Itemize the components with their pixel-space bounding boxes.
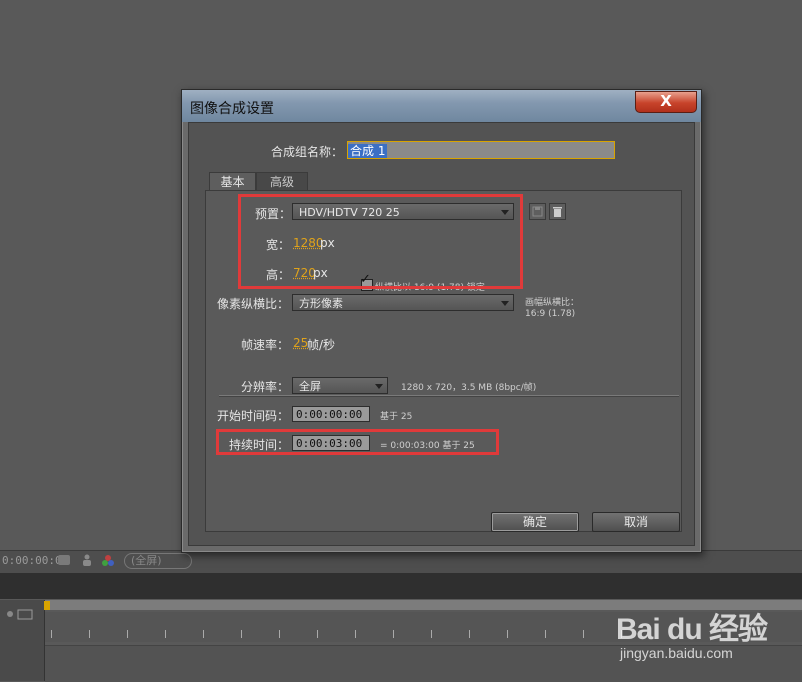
resolution-label: 分辨率： [241, 380, 290, 394]
resolution-info: 1280 x 720，3.5 MB (8bpc/帧) [401, 383, 537, 393]
close-button[interactable]: X [635, 91, 697, 113]
delete-preset-button[interactable] [549, 203, 566, 220]
trash-icon [553, 207, 562, 217]
timeline-timecode[interactable]: 0:00:00:00 [2, 553, 68, 569]
watermark-url: jingyan.baidu.com [620, 645, 733, 661]
cancel-button[interactable]: 取消 [592, 512, 680, 532]
pixel-aspect-dropdown[interactable]: 方形像素 [292, 294, 514, 311]
start-timecode-base: 基于 25 [380, 412, 413, 422]
panel-divider [0, 573, 802, 599]
resolution-dropdown[interactable]: (全屏) [124, 553, 192, 569]
color-channels-icon[interactable] [102, 555, 114, 566]
pixel-aspect-value: 方形像素 [299, 297, 343, 310]
start-timecode-label: 开始时间码： [217, 409, 290, 423]
timeline-toolbar [0, 550, 802, 574]
tab-advanced[interactable]: 高级 [256, 172, 308, 191]
chevron-down-icon [501, 301, 509, 306]
frame-rate-value[interactable]: 25 [293, 336, 308, 350]
chevron-down-icon [375, 384, 383, 389]
comp-name-input[interactable]: 合成 1 [347, 141, 615, 159]
ok-button[interactable]: 确定 [491, 512, 579, 532]
dialog-title: 图像合成设置 [190, 101, 274, 117]
frame-rate-unit: 帧/秒 [307, 338, 336, 352]
highlight-box-size [238, 194, 523, 289]
playhead-marker[interactable] [44, 601, 50, 610]
resolution-value: 全屏 [299, 380, 321, 393]
resolution-dropdown[interactable]: 全屏 [292, 377, 388, 394]
highlight-box-duration [216, 429, 499, 455]
composition-settings-dialog: 图像合成设置 X 合成组名称： 合成 1 基本 高级 预置： HDV/HDTV … [181, 89, 702, 553]
frame-rate-label: 帧速率： [241, 338, 290, 352]
tab-basic[interactable]: 基本 [209, 172, 256, 191]
timeline-layer-panel [0, 600, 45, 681]
frame-aspect-label: 画幅纵横比： [525, 298, 580, 308]
person-icon[interactable] [82, 554, 92, 566]
comp-name-label: 合成组名称： [271, 145, 344, 159]
watermark-brand: Bai du 经验 [616, 613, 768, 646]
dialog-body: 合成组名称： 合成 1 基本 高级 预置： HDV/HDTV 720 25 宽：… [188, 122, 695, 546]
pixel-aspect-label: 像素纵横比： [217, 297, 290, 311]
camera-icon[interactable] [58, 555, 70, 565]
dialog-titlebar[interactable]: 图像合成设置 X [182, 90, 701, 122]
start-timecode-input[interactable]: 0:00:00:00 [292, 406, 370, 422]
save-preset-button[interactable] [529, 203, 546, 220]
frame-aspect-value: 16:9 (1.78) [525, 309, 576, 319]
section-divider [219, 395, 679, 397]
comp-name-value: 合成 1 [348, 144, 388, 158]
